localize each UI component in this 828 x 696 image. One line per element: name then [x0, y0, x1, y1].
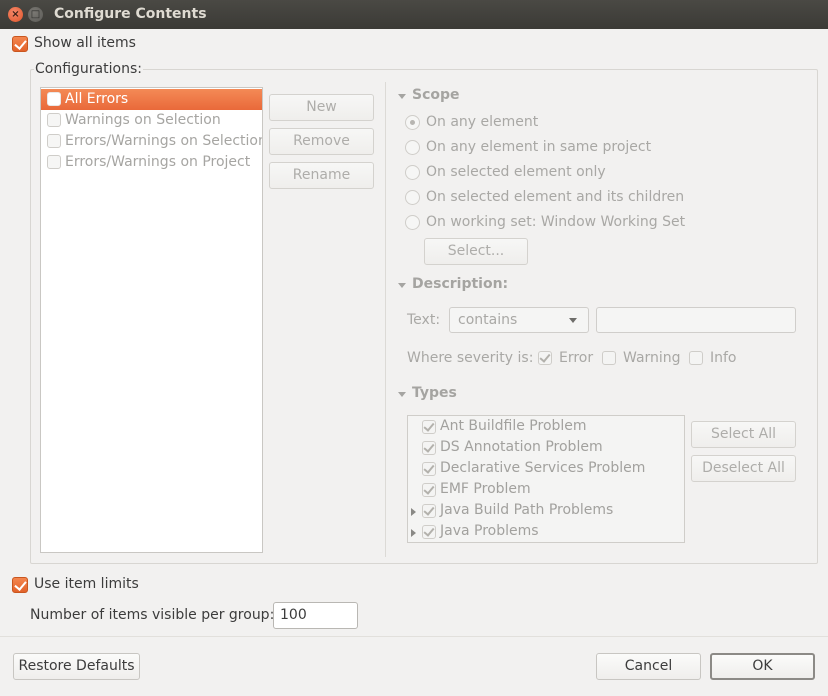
tree-item-label: Java Build Path Problems [440, 502, 614, 518]
show-all-items-checkbox[interactable] [12, 36, 28, 52]
match-mode-select[interactable]: contains [449, 307, 589, 333]
tree-item-checkbox[interactable] [422, 525, 436, 539]
chevron-down-icon [569, 318, 577, 323]
description-collapse-icon[interactable] [398, 283, 406, 288]
rename-button[interactable]: Rename [269, 162, 374, 189]
vertical-separator [385, 82, 386, 557]
types-collapse-icon[interactable] [398, 392, 406, 397]
configurations-legend: Configurations: [34, 61, 143, 77]
severity-info-label[interactable]: Info [710, 350, 737, 366]
list-item[interactable]: Errors/Warnings on Project [41, 152, 262, 173]
title-bar: × □ Configure Contents [0, 0, 828, 29]
severity-error-checkbox[interactable] [538, 351, 552, 365]
tree-item[interactable]: Java Build Path Problems [408, 501, 684, 522]
expand-arrow-icon[interactable] [411, 508, 416, 516]
select-all-button[interactable]: Select All [691, 421, 796, 448]
tree-item-label: EMF Problem [440, 481, 531, 497]
close-icon[interactable]: × [8, 7, 23, 22]
list-item[interactable]: Errors/Warnings on Selection [41, 131, 262, 152]
items-per-group-label: Number of items visible per group: [30, 607, 275, 623]
types-header[interactable]: Types [412, 385, 457, 401]
scope-option-label[interactable]: On selected element and its children [426, 189, 684, 205]
show-all-items-label[interactable]: Show all items [34, 35, 136, 51]
tree-item-label: DS Annotation Problem [440, 439, 603, 455]
description-header[interactable]: Description: [412, 276, 508, 292]
severity-label: Where severity is: [407, 350, 534, 366]
configurations-list[interactable]: All Errors Warnings on Selection Errors/… [40, 87, 263, 553]
scope-option-label[interactable]: On selected element only [426, 164, 606, 180]
tree-item-checkbox[interactable] [422, 462, 436, 476]
severity-warning-label[interactable]: Warning [623, 350, 681, 366]
list-item-label: All Errors [65, 91, 129, 107]
types-tree[interactable]: Ant Buildfile Problem DS Annotation Prob… [407, 415, 685, 543]
tree-item-label: Ant Buildfile Problem [440, 418, 587, 434]
tree-item[interactable]: Declarative Services Problem [408, 459, 684, 480]
use-item-limits-label[interactable]: Use item limits [34, 576, 139, 592]
scope-collapse-icon[interactable] [398, 94, 406, 99]
list-item-checkbox[interactable] [47, 113, 61, 127]
use-item-limits-checkbox[interactable] [12, 577, 28, 593]
scope-option-label[interactable]: On working set: Window Working Set [426, 214, 685, 230]
list-item-label: Warnings on Selection [65, 112, 221, 128]
tree-item[interactable]: EMF Problem [408, 480, 684, 501]
text-label: Text: [407, 312, 441, 328]
tree-item[interactable]: Java Problems [408, 522, 684, 543]
scope-option-label[interactable]: On any element [426, 114, 538, 130]
severity-error-label[interactable]: Error [559, 350, 593, 366]
scope-radio-selected-only[interactable] [405, 165, 420, 180]
tree-item-checkbox[interactable] [422, 441, 436, 455]
remove-button[interactable]: Remove [269, 128, 374, 155]
select-working-set-button[interactable]: Select... [424, 238, 528, 265]
items-per-group-input[interactable]: 100 [273, 602, 358, 629]
tree-item-checkbox[interactable] [422, 504, 436, 518]
footer-separator [0, 636, 828, 637]
tree-item[interactable]: Ant Buildfile Problem [408, 417, 684, 438]
scope-radio-any-element[interactable] [405, 115, 420, 130]
cancel-button[interactable]: Cancel [596, 653, 701, 680]
list-item-label: Errors/Warnings on Selection [65, 133, 262, 149]
expand-arrow-icon[interactable] [411, 529, 416, 537]
tree-item-checkbox[interactable] [422, 483, 436, 497]
ok-button[interactable]: OK [710, 653, 815, 680]
list-item[interactable]: All Errors [41, 89, 262, 110]
list-item-label: Errors/Warnings on Project [65, 154, 251, 170]
scope-header[interactable]: Scope [412, 87, 460, 103]
scope-radio-selected-children[interactable] [405, 190, 420, 205]
restore-defaults-button[interactable]: Restore Defaults [13, 653, 140, 680]
list-item-checkbox[interactable] [47, 134, 61, 148]
tree-item-checkbox[interactable] [422, 420, 436, 434]
tree-item[interactable]: DS Annotation Problem [408, 438, 684, 459]
new-button[interactable]: New [269, 94, 374, 121]
severity-warning-checkbox[interactable] [602, 351, 616, 365]
tree-item-label: Java Problems [440, 523, 539, 539]
scope-radio-same-project[interactable] [405, 140, 420, 155]
list-item-checkbox[interactable] [47, 92, 61, 106]
severity-info-checkbox[interactable] [689, 351, 703, 365]
list-item[interactable]: Warnings on Selection [41, 110, 262, 131]
list-item-checkbox[interactable] [47, 155, 61, 169]
description-text-input[interactable] [596, 307, 796, 333]
window-title: Configure Contents [54, 6, 207, 22]
match-mode-value: contains [458, 312, 518, 328]
maximize-icon[interactable]: □ [28, 7, 43, 22]
scope-option-label[interactable]: On any element in same project [426, 139, 651, 155]
scope-radio-working-set[interactable] [405, 215, 420, 230]
tree-item-label: Declarative Services Problem [440, 460, 646, 476]
deselect-all-button[interactable]: Deselect All [691, 455, 796, 482]
